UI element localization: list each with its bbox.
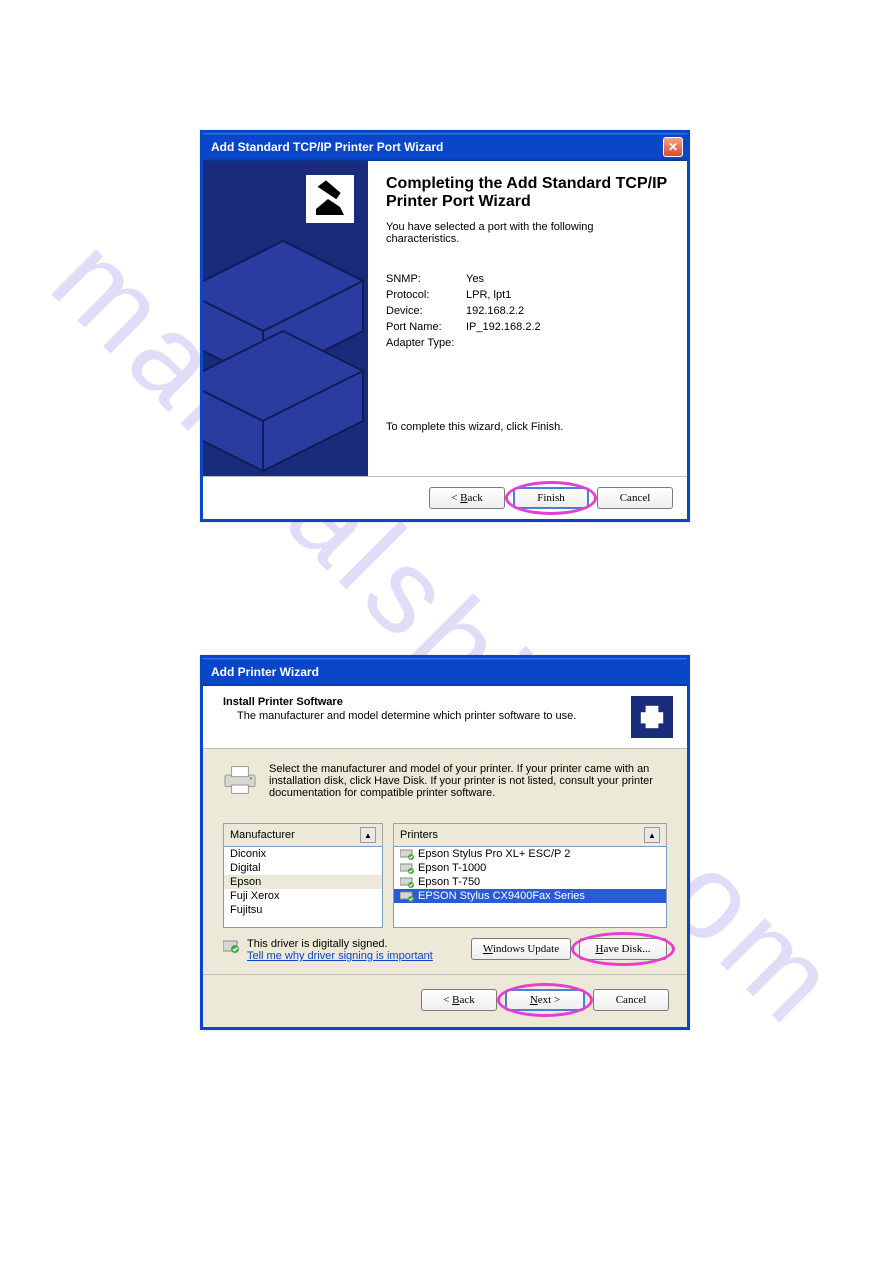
manufacturer-listbox[interactable]: DiconixDigitalEpsonFuji XeroxFujitsu <box>223 846 383 928</box>
wizard-heading: Completing the Add Standard TCP/IP Print… <box>386 175 669 211</box>
instruction-text: Select the manufacturer and model of you… <box>269 763 667 799</box>
adapter-value <box>466 335 541 351</box>
add-printer-wizard-dialog: Add Printer Wizard Install Printer Softw… <box>200 655 690 1030</box>
next-button[interactable]: Next > <box>505 989 585 1011</box>
snmp-label: SNMP: <box>386 271 466 287</box>
printer-item[interactable]: Epson T-750 <box>394 875 666 889</box>
printer-header-icon <box>631 696 673 738</box>
manufacturer-item[interactable]: Fuji Xerox <box>224 889 382 903</box>
back-button[interactable]: < Back <box>421 989 497 1011</box>
portname-label: Port Name: <box>386 319 466 335</box>
manufacturer-item[interactable]: Epson <box>224 875 382 889</box>
adapter-label: Adapter Type: <box>386 335 466 351</box>
close-icon: ✕ <box>668 140 678 154</box>
next-highlight: Next > <box>505 989 585 1011</box>
tcpip-port-wizard-dialog: Add Standard TCP/IP Printer Port Wizard … <box>200 130 690 522</box>
have-disk-button[interactable]: Have Disk... <box>579 938 667 960</box>
manufacturer-item[interactable]: Fujitsu <box>224 903 382 917</box>
printers-listbox[interactable]: Epson Stylus Pro XL+ ESC/P 2Epson T-1000… <box>393 846 667 928</box>
dialog-title: Add Standard TCP/IP Printer Port Wizard <box>211 140 443 154</box>
titlebar[interactable]: Add Printer Wizard <box>203 658 687 686</box>
wizard-button-row: < Back Finish Cancel <box>203 476 687 519</box>
wizard-button-row: < Back Next > Cancel <box>203 974 687 1027</box>
manufacturer-item[interactable]: Diconix <box>224 847 382 861</box>
scroll-up-icon[interactable]: ▲ <box>644 827 660 843</box>
printers-column: Printers ▲ Epson Stylus Pro XL+ ESC/P 2E… <box>393 823 667 928</box>
portname-value: IP_192.168.2.2 <box>466 319 541 335</box>
signing-info-link[interactable]: Tell me why driver signing is important <box>247 950 433 962</box>
printer-item[interactable]: Epson T-1000 <box>394 861 666 875</box>
have-disk-highlight: Have Disk... <box>579 938 667 960</box>
back-button[interactable]: < Back <box>429 487 505 509</box>
stamp-icon <box>306 175 354 223</box>
manufacturer-header: Manufacturer ▲ <box>223 823 383 846</box>
titlebar[interactable]: Add Standard TCP/IP Printer Port Wizard … <box>203 133 687 161</box>
instruction-block: Select the manufacturer and model of you… <box>223 763 667 799</box>
windows-update-button[interactable]: Windows Update <box>471 938 571 960</box>
protocol-value: LPR, lpt1 <box>466 287 541 303</box>
wizard-description: You have selected a port with the follow… <box>386 221 669 245</box>
manufacturer-column: Manufacturer ▲ DiconixDigitalEpsonFuji X… <box>223 823 383 928</box>
signed-text: This driver is digitally signed. <box>247 938 433 950</box>
signed-icon <box>223 939 239 953</box>
printer-item[interactable]: Epson Stylus Pro XL+ ESC/P 2 <box>394 847 666 861</box>
manufacturer-item[interactable]: Digital <box>224 861 382 875</box>
printer-item[interactable]: EPSON Stylus CX9400Fax Series <box>394 889 666 903</box>
wizard-sidebar-graphic <box>203 161 368 476</box>
sidebar-shapes <box>203 231 368 476</box>
complete-message: To complete this wizard, click Finish. <box>386 421 669 433</box>
wizard-header: Install Printer Software The manufacture… <box>203 686 687 749</box>
finish-button[interactable]: Finish <box>513 487 589 509</box>
printer-icon <box>223 765 257 795</box>
device-value: 192.168.2.2 <box>466 303 541 319</box>
header-subtitle: The manufacturer and model determine whi… <box>223 710 621 722</box>
port-properties-table: SNMP:Yes Protocol:LPR, lpt1 Device:192.1… <box>386 271 541 351</box>
wizard-content: Completing the Add Standard TCP/IP Print… <box>368 161 687 476</box>
device-label: Device: <box>386 303 466 319</box>
close-button[interactable]: ✕ <box>663 137 683 157</box>
cancel-button[interactable]: Cancel <box>593 989 669 1011</box>
protocol-label: Protocol: <box>386 287 466 303</box>
header-title: Install Printer Software <box>223 696 621 708</box>
finish-highlight: Finish <box>513 487 589 509</box>
printers-header: Printers ▲ <box>393 823 667 846</box>
scroll-up-icon[interactable]: ▲ <box>360 827 376 843</box>
cancel-button[interactable]: Cancel <box>597 487 673 509</box>
dialog-title: Add Printer Wizard <box>211 665 319 679</box>
snmp-value: Yes <box>466 271 541 287</box>
